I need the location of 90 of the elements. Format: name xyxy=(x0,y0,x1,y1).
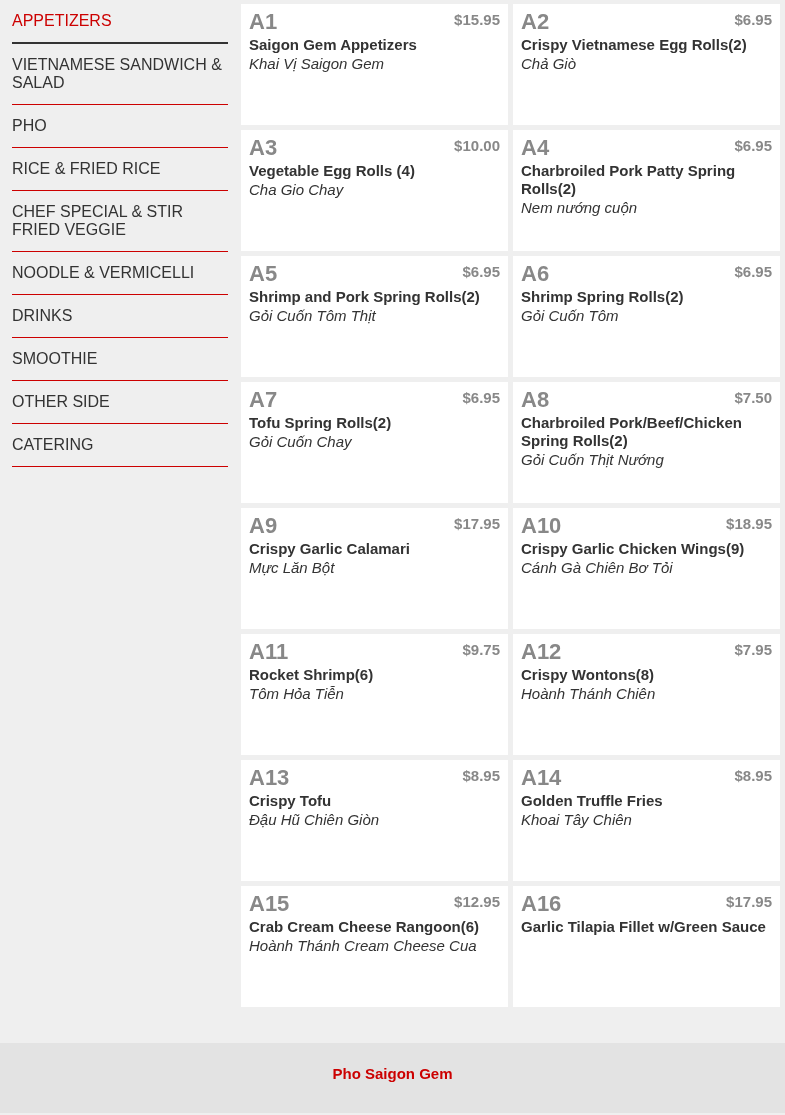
item-code: A1 xyxy=(249,8,278,36)
item-price: $9.75 xyxy=(462,641,500,659)
item-vietnamese-name: Khoai Tây Chiên xyxy=(521,810,633,829)
item-code: A15 xyxy=(249,890,290,918)
menu-item-card[interactable]: A14 $8.95 Golden Truffle Fries Khoai Tây Chiên xyxy=(513,760,780,881)
menu-item-card[interactable]: A8 $7.50 Charbroiled Pork/Beef/Chicken Spring Rolls(2) Gỏi Cuốn Thịt Nướng xyxy=(513,382,780,503)
menu-item-card[interactable]: A2 $6.95 Crispy Vietnamese Egg Rolls(2) Chả Giò xyxy=(513,4,780,125)
item-price: $8.95 xyxy=(734,767,772,785)
item-name: Golden Truffle Fries xyxy=(521,792,664,810)
item-code: A16 xyxy=(521,890,562,918)
menu-item-card[interactable]: A9 $17.95 Crispy Garlic Calamari Mực Lăn Bột xyxy=(241,508,508,629)
item-name: Crispy Garlic Chicken Wings(9) xyxy=(521,540,746,558)
item-vietnamese-name: Nem nướng cuộn xyxy=(521,198,639,217)
item-code: A10 xyxy=(521,512,562,540)
item-vietnamese-name: Tôm Hỏa Tiễn xyxy=(249,684,345,703)
item-vietnamese-name: Chả Giò xyxy=(521,54,578,73)
item-price: $15.95 xyxy=(454,11,500,29)
menu-item-card[interactable]: A1 $15.95 Saigon Gem Appetizers Khai Vị Saigon Gem xyxy=(241,4,508,125)
item-name: Crispy Wontons(8) xyxy=(521,666,656,684)
item-price: $7.95 xyxy=(734,641,772,659)
menu-item-card[interactable]: A16 $17.95 Garlic Tilapia Fillet w/Green Sauce xyxy=(513,886,780,1007)
item-vietnamese-name: Hoành Thánh Chiên xyxy=(521,684,657,703)
item-vietnamese-name: Mực Lăn Bột xyxy=(249,558,336,577)
item-code: A12 xyxy=(521,638,562,666)
footer-title: Pho Saigon Gem xyxy=(332,1065,453,1084)
item-name: Charbroiled Pork/Beef/Chicken Spring Rolls(2) xyxy=(521,414,743,450)
item-price: $6.95 xyxy=(734,137,772,155)
item-code: A8 xyxy=(521,386,550,414)
menu-item-card[interactable]: A4 $6.95 Charbroiled Pork Patty Spring Rolls(2) Nem nướng cuộn xyxy=(513,130,780,251)
item-price: $10.00 xyxy=(454,137,500,155)
menu-item-card[interactable]: A15 $12.95 Crab Cream Cheese Rangoon(6) Hoành Thánh Cream Cheese Cua xyxy=(241,886,508,1007)
category-link[interactable]: CHEF SPECIAL & STIR FRIED VEGGIE xyxy=(12,191,228,252)
item-code: A5 xyxy=(249,260,278,288)
item-code: A4 xyxy=(521,134,550,162)
item-vietnamese-name: Gỏi Cuốn Tôm Thịt xyxy=(249,306,377,325)
category-link[interactable]: PHO xyxy=(12,105,228,148)
item-name: Crispy Vietnamese Egg Rolls(2) xyxy=(521,36,748,54)
item-name: Garlic Tilapia Fillet w/Green Sauce xyxy=(521,918,767,936)
item-name: Crab Cream Cheese Rangoon(6) xyxy=(249,918,481,936)
item-price: $8.95 xyxy=(462,767,500,785)
item-price: $18.95 xyxy=(726,515,772,533)
item-name: Saigon Gem Appetizers xyxy=(249,36,418,54)
category-link[interactable]: RICE & FRIED RICE xyxy=(12,148,228,191)
category-link[interactable]: OTHER SIDE xyxy=(12,381,228,424)
menu-item-card[interactable]: A3 $10.00 Vegetable Egg Rolls (4) Cha Gio Chay xyxy=(241,130,508,251)
menu-item-card[interactable]: A13 $8.95 Crispy Tofu Đậu Hũ Chiên Giòn xyxy=(241,760,508,881)
category-link[interactable]: CATERING xyxy=(12,424,228,467)
menu-item-card[interactable]: A10 $18.95 Crispy Garlic Chicken Wings(9) Cánh Gà Chiên Bơ Tỏi xyxy=(513,508,780,629)
item-vietnamese-name: Gỏi Cuốn Thịt Nướng xyxy=(521,450,665,469)
item-vietnamese-name: Cha Gio Chay xyxy=(249,180,345,199)
item-vietnamese-name: Đậu Hũ Chiên Giòn xyxy=(249,810,381,829)
category-link[interactable]: SMOOTHIE xyxy=(12,338,228,381)
item-name: Rocket Shrimp(6) xyxy=(249,666,375,684)
item-name: Crispy Tofu xyxy=(249,792,333,810)
category-link[interactable]: APPETIZERS xyxy=(12,0,228,44)
item-code: A14 xyxy=(521,764,562,792)
item-price: $6.95 xyxy=(734,263,772,281)
item-price: $6.95 xyxy=(734,11,772,29)
item-code: A13 xyxy=(249,764,290,792)
item-code: A11 xyxy=(249,638,289,666)
item-vietnamese-name: Cánh Gà Chiên Bơ Tỏi xyxy=(521,558,674,577)
item-code: A6 xyxy=(521,260,550,288)
menu-item-card[interactable]: A6 $6.95 Shrimp Spring Rolls(2) Gỏi Cuốn Tôm xyxy=(513,256,780,377)
item-name: Charbroiled Pork Patty Spring Rolls(2) xyxy=(521,162,737,198)
item-code: A7 xyxy=(249,386,278,414)
item-name: Tofu Spring Rolls(2) xyxy=(249,414,393,432)
category-link[interactable]: DRINKS xyxy=(12,295,228,338)
item-price: $12.95 xyxy=(454,893,500,911)
item-name: Shrimp and Pork Spring Rolls(2) xyxy=(249,288,481,306)
item-vietnamese-name: Gỏi Cuốn Tôm xyxy=(521,306,620,325)
item-vietnamese-name: Gỏi Cuốn Chay xyxy=(249,432,353,451)
menu-item-card[interactable]: A5 $6.95 Shrimp and Pork Spring Rolls(2) Gỏi Cuốn Tôm Thịt xyxy=(241,256,508,377)
item-vietnamese-name: Khai Vị Saigon Gem xyxy=(249,54,386,73)
item-name: Vegetable Egg Rolls (4) xyxy=(249,162,416,180)
menu-item-card[interactable]: A12 $7.95 Crispy Wontons(8) Hoành Thánh Chiên xyxy=(513,634,780,755)
item-code: A9 xyxy=(249,512,278,540)
item-code: A3 xyxy=(249,134,278,162)
item-price: $6.95 xyxy=(462,263,500,281)
item-price: $6.95 xyxy=(462,389,500,407)
item-price: $17.95 xyxy=(454,515,500,533)
item-vietnamese-name: Hoành Thánh Cream Cheese Cua xyxy=(249,936,478,955)
item-price: $17.95 xyxy=(726,893,772,911)
menu-item-card[interactable]: A7 $6.95 Tofu Spring Rolls(2) Gỏi Cuốn Chay xyxy=(241,382,508,503)
item-name: Shrimp Spring Rolls(2) xyxy=(521,288,685,306)
category-link[interactable]: NOODLE & VERMICELLI xyxy=(12,252,228,295)
category-link[interactable]: VIETNAMESE SANDWICH & SALAD xyxy=(12,44,228,105)
item-code: A2 xyxy=(521,8,550,36)
menu-item-card[interactable]: A11 $9.75 Rocket Shrimp(6) Tôm Hỏa Tiễn xyxy=(241,634,508,755)
item-name: Crispy Garlic Calamari xyxy=(249,540,411,558)
item-price: $7.50 xyxy=(734,389,772,407)
